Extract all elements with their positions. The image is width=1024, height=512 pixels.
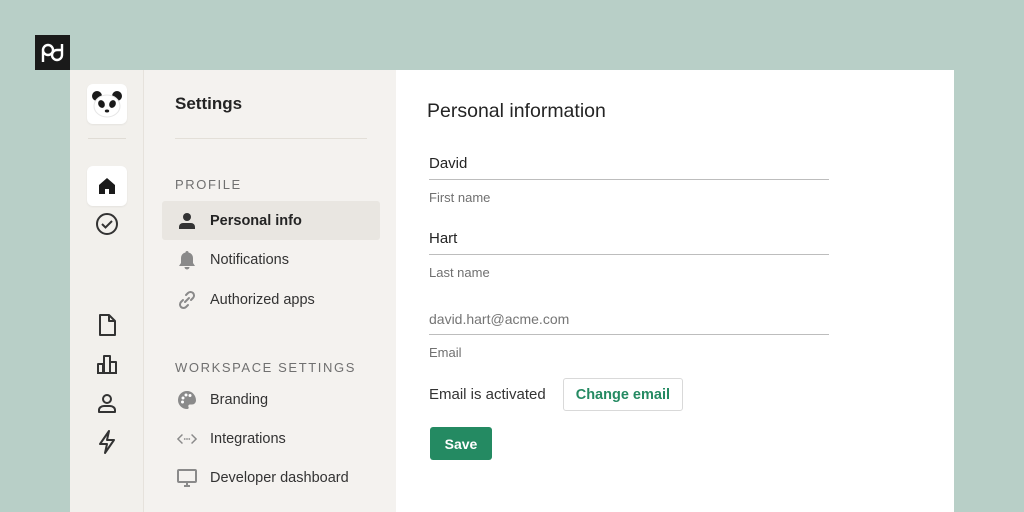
panda-logo-button[interactable] [87, 84, 127, 124]
last-name-label: Last name [429, 265, 490, 280]
sidebar-item-personal-info[interactable]: Personal info [162, 201, 380, 240]
pd-logo-icon [41, 43, 63, 62]
last-name-field[interactable] [429, 224, 829, 255]
first-name-label: First name [429, 190, 491, 205]
sidebar-item-developer-dashboard[interactable]: Developer dashboard [162, 458, 380, 497]
sidebar-item-branding[interactable]: Branding [162, 380, 380, 419]
code-icon [177, 429, 197, 449]
page-title: Personal information [427, 100, 606, 122]
sidebar-item-label: Authorized apps [210, 291, 315, 308]
email-status-row: Email is activated Change email [429, 378, 683, 411]
contacts-button[interactable] [87, 383, 127, 423]
sidebar-item-label: Personal info [210, 212, 302, 229]
monitor-icon [177, 468, 197, 488]
home-icon [99, 178, 115, 194]
bell-icon [177, 250, 197, 270]
personal-info-panel: Personal information First name Last nam… [396, 70, 954, 512]
sidebar-item-label: Developer dashboard [210, 469, 349, 486]
email-label: Email [429, 345, 462, 360]
bar-chart-icon [97, 355, 117, 374]
lightning-icon [99, 430, 115, 454]
sidebar-item-authorized-apps[interactable]: Authorized apps [162, 280, 380, 319]
first-name-field[interactable] [429, 149, 829, 180]
email-status-text: Email is activated [429, 386, 546, 403]
last-name-group: Last name [429, 224, 829, 280]
link-icon [177, 290, 197, 310]
reports-button[interactable] [87, 344, 127, 384]
palette-icon [177, 390, 197, 410]
home-button[interactable] [87, 166, 127, 206]
save-button[interactable]: Save [430, 427, 492, 460]
sidebar-item-label: Integrations [210, 430, 286, 447]
workspace-section-label: WORKSPACE SETTINGS [175, 360, 356, 375]
settings-window: Settings PROFILE Personal info Notificat… [70, 70, 954, 512]
document-icon [99, 314, 116, 336]
sidebar-divider [175, 138, 367, 139]
sidebar-item-label: Branding [210, 391, 269, 408]
pd-logo [35, 35, 70, 70]
automation-button[interactable] [87, 422, 127, 462]
person-icon [177, 211, 197, 231]
person-icon [98, 394, 116, 413]
icon-rail [70, 70, 144, 512]
sidebar-item-integrations[interactable]: Integrations [162, 419, 380, 458]
email-field[interactable] [429, 304, 829, 335]
check-circle-icon [96, 213, 118, 235]
first-name-group: First name [429, 149, 829, 205]
panda-logo-icon [92, 91, 122, 118]
documents-button[interactable] [87, 305, 127, 345]
sidebar-item-notifications[interactable]: Notifications [162, 240, 380, 279]
profile-section-label: PROFILE [175, 177, 242, 192]
tasks-button[interactable] [87, 204, 127, 244]
email-group: Email [429, 304, 829, 360]
change-email-button[interactable]: Change email [562, 378, 683, 411]
settings-sidebar: Settings PROFILE Personal info Notificat… [144, 70, 396, 512]
sidebar-title: Settings [175, 94, 243, 113]
sidebar-item-label: Notifications [210, 251, 289, 268]
rail-divider [88, 138, 126, 139]
